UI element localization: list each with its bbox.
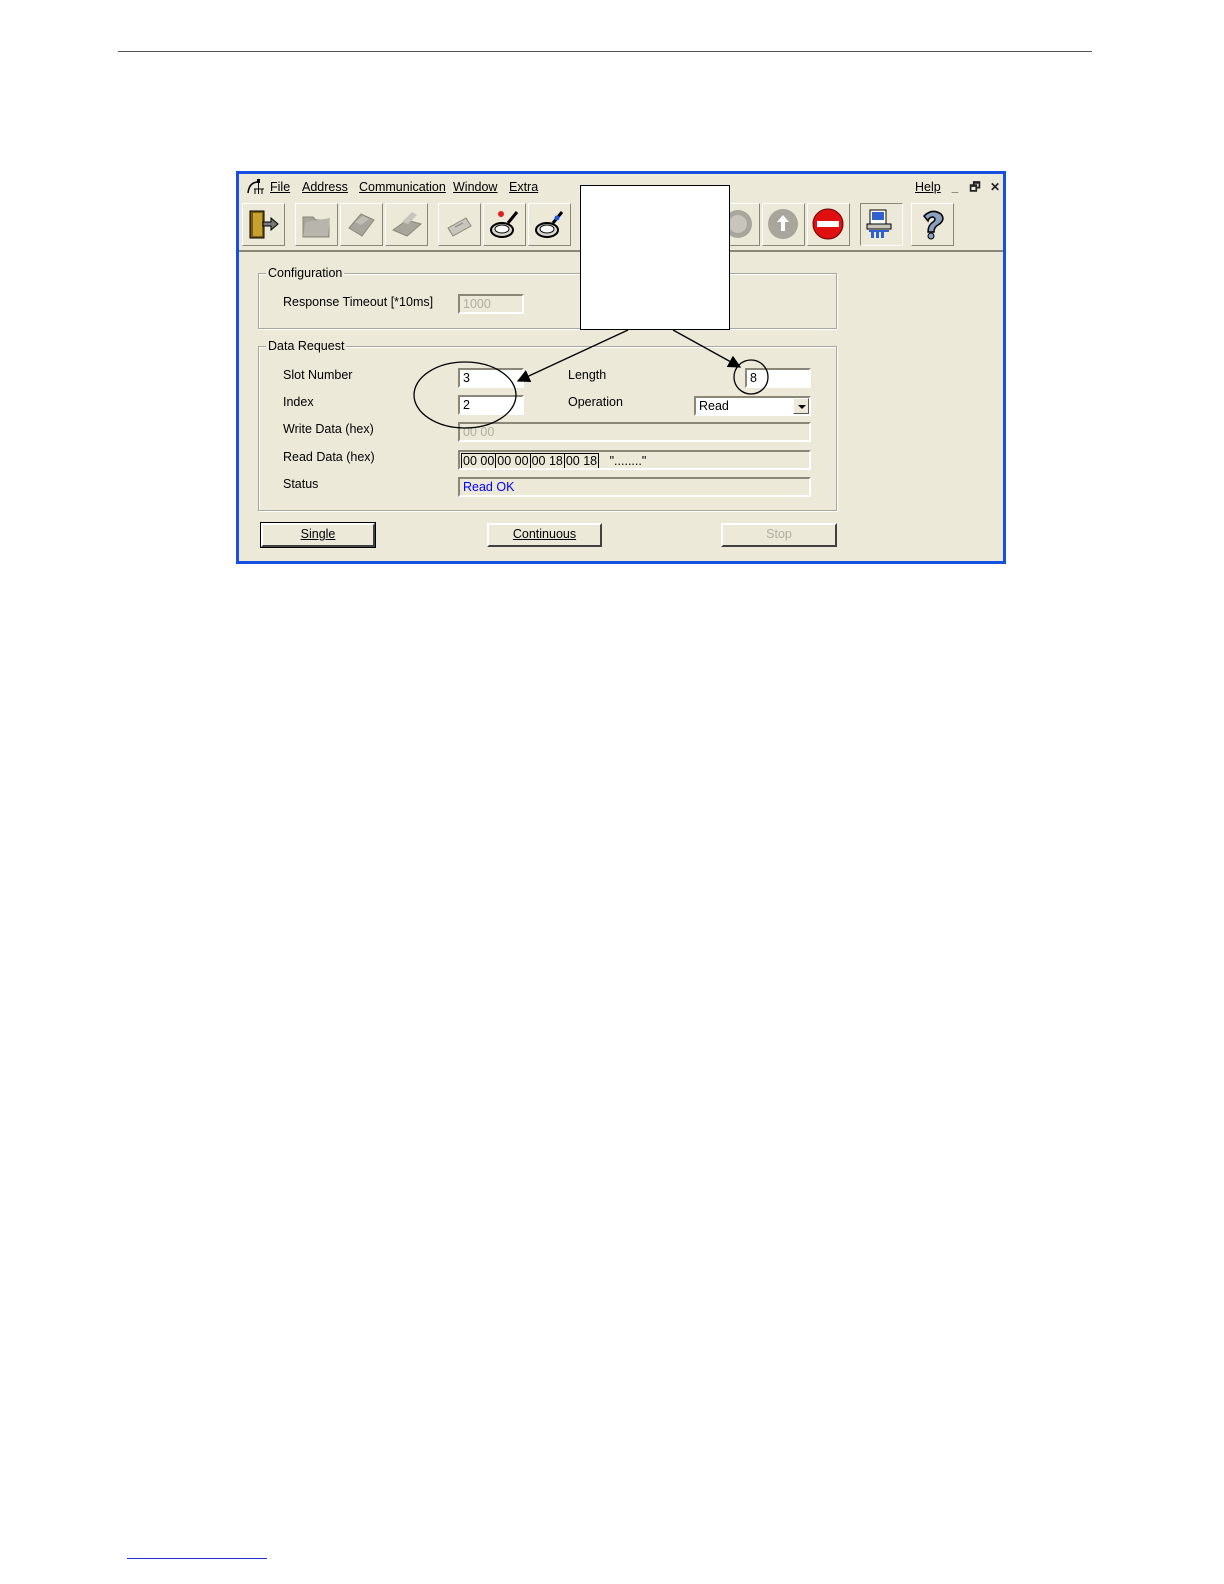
app-network-icon <box>247 179 264 194</box>
slot-number-label: Slot Number <box>283 368 353 382</box>
write-data-input[interactable]: 00 00 <box>458 422 811 442</box>
upload-button[interactable] <box>762 203 805 246</box>
single-button-label: Single <box>300 527 336 541</box>
monitor-red-button[interactable] <box>483 203 526 246</box>
exit-door-icon <box>249 210 279 239</box>
length-label: Length <box>568 368 607 382</box>
help-question-icon <box>922 210 944 240</box>
stop-toolbar-button[interactable] <box>807 203 850 246</box>
help-button[interactable] <box>911 203 954 246</box>
annotation-callout-box <box>580 185 730 330</box>
open-folder-icon <box>302 216 330 238</box>
network-config-icon <box>866 209 892 238</box>
upload-arrow-icon <box>768 209 798 239</box>
save-button[interactable] <box>340 203 383 246</box>
minimize-button[interactable]: _ <box>947 180 963 195</box>
menu-extra[interactable]: Extra <box>509 180 538 194</box>
menu-address[interactable]: Address <box>302 180 348 194</box>
read-data-byte: 00 00 <box>495 453 531 468</box>
network-config-button[interactable] <box>860 203 903 246</box>
data-request-legend: Data Request <box>266 339 347 353</box>
read-data-ascii: "........" <box>609 454 647 468</box>
print-icon <box>391 212 423 237</box>
exit-button[interactable] <box>242 203 285 246</box>
menu-help[interactable]: Help <box>915 180 941 194</box>
restore-button[interactable]: 🗗 <box>967 180 983 195</box>
index-label: Index <box>283 395 314 409</box>
stop-icon <box>812 208 844 240</box>
slot-number-input[interactable]: 3 <box>458 368 524 388</box>
mail-button[interactable] <box>438 203 481 246</box>
response-timeout-input[interactable]: 1000 <box>458 294 524 314</box>
page-footer-link-rule <box>127 1558 267 1559</box>
read-data-label: Read Data (hex) <box>283 450 375 464</box>
continuous-button-label: Continuous <box>512 527 577 541</box>
menu-window[interactable]: Window <box>453 180 497 194</box>
configuration-legend: Configuration <box>266 266 345 280</box>
operation-select[interactable]: Read <box>694 396 811 416</box>
operation-label: Operation <box>568 395 623 409</box>
print-button[interactable] <box>385 203 428 246</box>
search-red-icon <box>490 211 519 238</box>
page-top-rule <box>118 51 1092 52</box>
status-label: Status <box>283 477 319 491</box>
operation-selected-value: Read <box>699 399 729 413</box>
close-button[interactable]: ✕ <box>987 180 1003 195</box>
read-data-byte: 00 18 <box>563 453 600 468</box>
status-field: Read OK <box>458 477 811 497</box>
open-button[interactable] <box>295 203 338 246</box>
envelope-icon <box>447 217 472 237</box>
read-data-byte: 00 18 <box>529 453 565 468</box>
stop-button[interactable]: Stop <box>721 523 837 547</box>
save-icon <box>348 213 375 237</box>
write-data-label: Write Data (hex) <box>283 422 374 436</box>
response-timeout-label: Response Timeout [*10ms] <box>283 295 434 309</box>
monitor-blue-button[interactable] <box>528 203 571 246</box>
single-button[interactable]: Single <box>260 522 376 548</box>
index-input[interactable]: 2 <box>458 395 524 415</box>
continuous-button[interactable]: Continuous <box>487 523 602 547</box>
menu-communication[interactable]: Communication <box>359 180 446 194</box>
length-input[interactable]: 8 <box>745 368 811 388</box>
menu-file[interactable]: File <box>270 180 290 194</box>
chevron-down-icon[interactable] <box>793 398 809 414</box>
read-data-byte: 00 00 <box>461 453 497 468</box>
read-data-field: 00 00 00 00 00 18 00 18 "........" <box>458 450 811 470</box>
search-blue-icon <box>535 211 564 238</box>
